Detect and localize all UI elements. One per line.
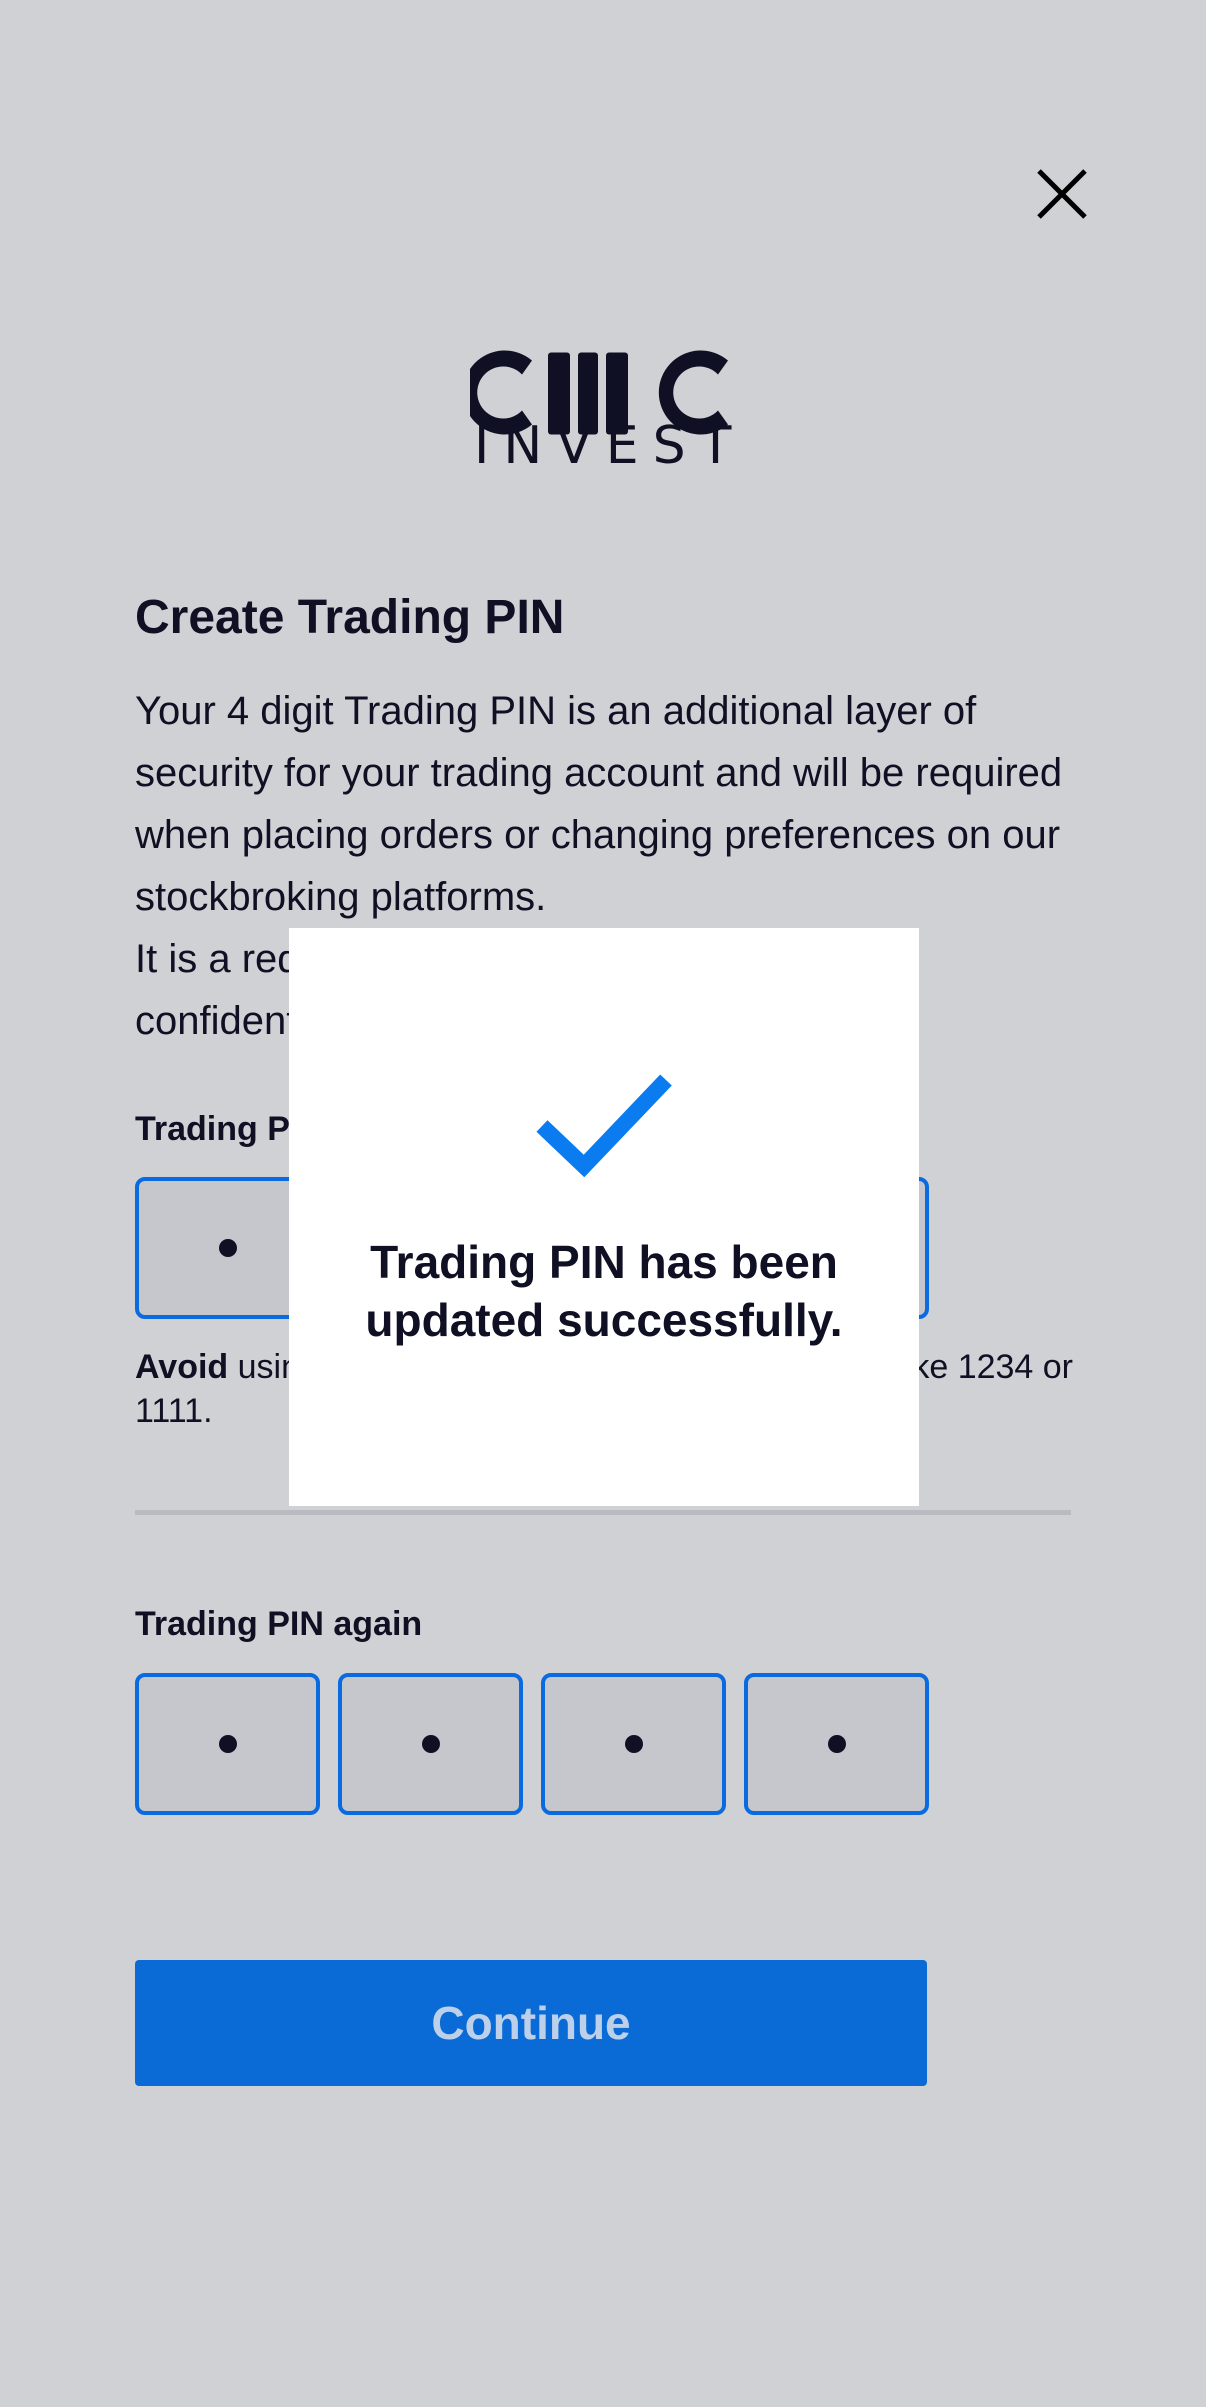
close-icon bbox=[1037, 169, 1087, 219]
pin-dot bbox=[218, 1239, 237, 1257]
pin-digit-box[interactable] bbox=[744, 1673, 929, 1815]
pin-digit-box[interactable] bbox=[135, 1673, 320, 1815]
pin-dot bbox=[218, 1735, 237, 1753]
success-modal: Trading PIN has been updated successfull… bbox=[289, 928, 919, 1506]
success-message: Trading PIN has been updated successfull… bbox=[365, 1236, 843, 1346]
trading-pin-again-label: Trading PIN again bbox=[135, 1605, 423, 1643]
continue-button[interactable]: Continue bbox=[135, 1960, 927, 2086]
section-divider bbox=[135, 1510, 1071, 1515]
pin-dot bbox=[827, 1735, 846, 1753]
checkmark-icon bbox=[536, 1074, 672, 1178]
pin-hint-bold: Avoid bbox=[135, 1348, 229, 1386]
pin-digit-box[interactable] bbox=[338, 1673, 523, 1815]
trading-pin-again-input[interactable] bbox=[135, 1673, 929, 1815]
page-title: Create Trading PIN bbox=[135, 591, 565, 644]
pin-dot bbox=[624, 1735, 643, 1753]
pin-digit-box[interactable] bbox=[541, 1673, 726, 1815]
close-button[interactable] bbox=[1018, 150, 1106, 238]
pin-dot bbox=[421, 1735, 440, 1753]
logo-word: INVEST bbox=[474, 416, 746, 476]
